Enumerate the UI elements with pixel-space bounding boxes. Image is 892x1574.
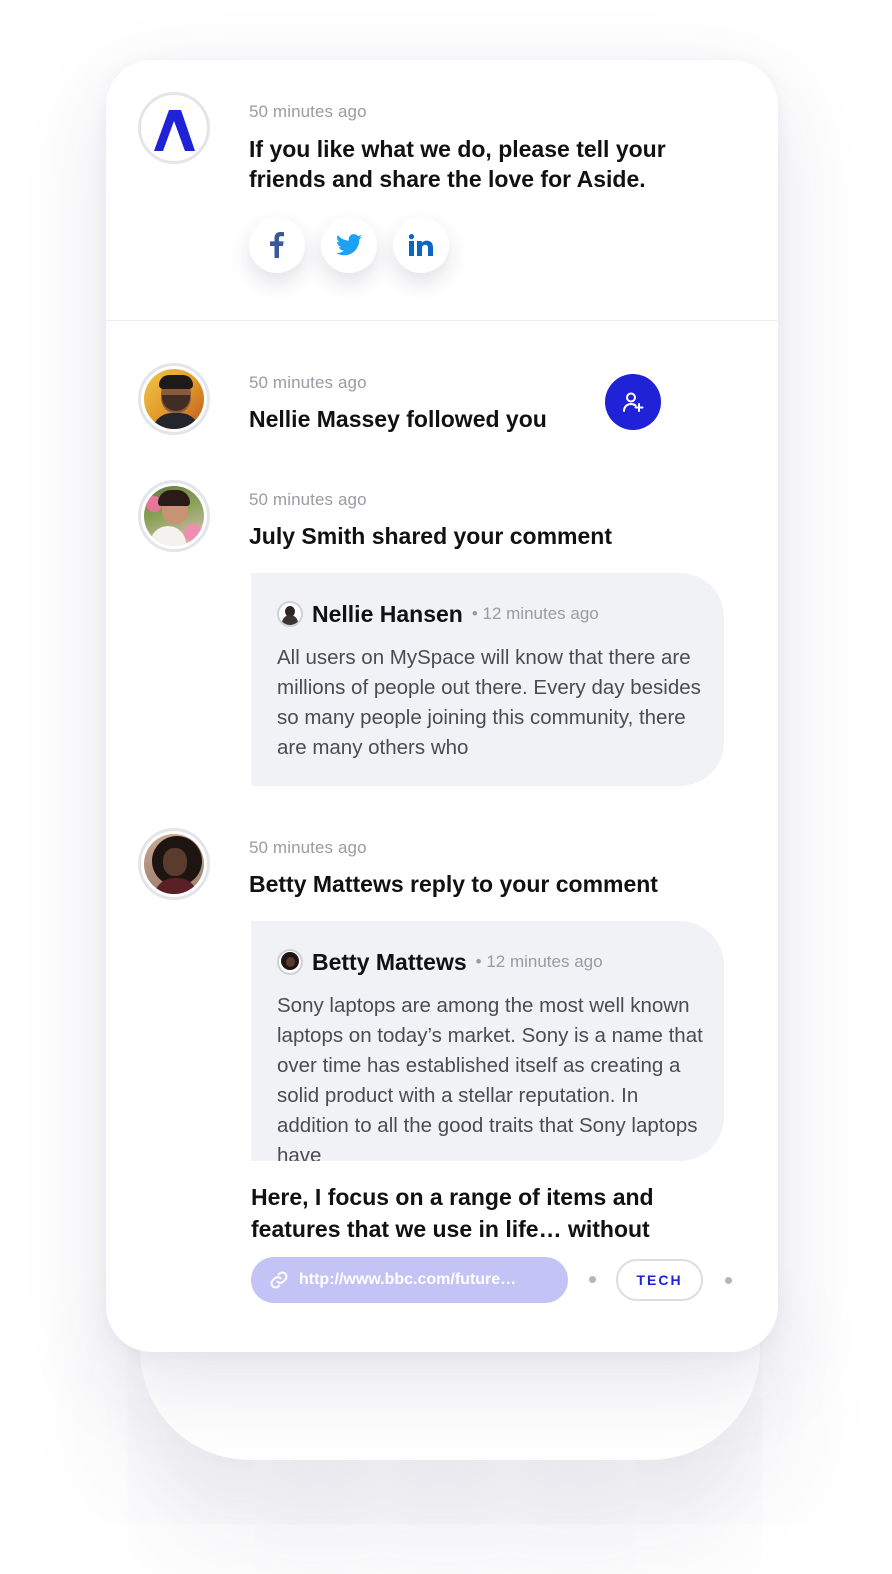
notification-time: 50 minutes ago — [249, 490, 367, 509]
notification-card: 50 minutes ago If you like what we do, p… — [106, 60, 778, 1352]
facebook-icon — [270, 232, 284, 258]
notification-title: If you like what we do, please tell your… — [249, 136, 666, 192]
facebook-share-button[interactable] — [249, 217, 305, 273]
nellie-hansen-avatar — [277, 601, 303, 627]
betty-mattews-avatar[interactable] — [138, 828, 210, 900]
linkedin-share-button[interactable] — [393, 217, 449, 273]
comment-header: Betty Mattews • 12 minutes ago — [277, 947, 603, 977]
comment-time: • 12 minutes ago — [471, 604, 599, 623]
shared-comment-bubble[interactable]: Nellie Hansen • 12 minutes ago All users… — [251, 573, 724, 786]
follow-back-button[interactable] — [605, 374, 661, 430]
twitter-share-button[interactable] — [321, 217, 377, 273]
notification-title: Nellie Massey followed you — [249, 406, 547, 432]
article-link-text: http://www.bbc.com/future… — [299, 1271, 517, 1288]
notification-time: 50 minutes ago — [249, 838, 367, 857]
aside-avatar — [138, 92, 210, 164]
separator-dot — [725, 1277, 732, 1284]
article-link[interactable]: http://www.bbc.com/future… — [251, 1257, 568, 1303]
comment-time: • 12 minutes ago — [475, 952, 603, 971]
notification-time: 50 minutes ago — [249, 373, 367, 392]
july-smith-avatar[interactable] — [138, 480, 210, 552]
betty-mattews-mini-avatar — [277, 949, 303, 975]
nellie-massey-avatar[interactable] — [138, 363, 210, 435]
notification-title: Betty Mattews reply to your comment — [249, 871, 658, 897]
reply-comment-bubble[interactable]: Betty Mattews • 12 minutes ago Sony lapt… — [251, 921, 724, 1161]
notification-title: July Smith shared your comment — [249, 523, 612, 549]
linkedin-icon — [409, 234, 433, 256]
divider — [106, 320, 778, 321]
comment-author[interactable]: Nellie Hansen — [312, 601, 463, 628]
twitter-icon — [336, 234, 362, 256]
notification-time: 50 minutes ago — [249, 102, 367, 121]
comment-text: All users on MySpace will know that ther… — [277, 646, 701, 759]
link-icon — [270, 1271, 288, 1289]
comment-text: Sony laptops are among the most well kno… — [277, 994, 703, 1161]
comment-header: Nellie Hansen • 12 minutes ago — [277, 599, 599, 629]
user-plus-icon — [623, 392, 644, 412]
article-title[interactable]: Here, I focus on a range of items and fe… — [251, 1181, 721, 1245]
aside-logo-icon — [154, 110, 195, 151]
comment-author[interactable]: Betty Mattews — [312, 949, 467, 976]
tag-tech[interactable]: TECH — [616, 1259, 703, 1301]
separator-dot — [589, 1276, 596, 1283]
